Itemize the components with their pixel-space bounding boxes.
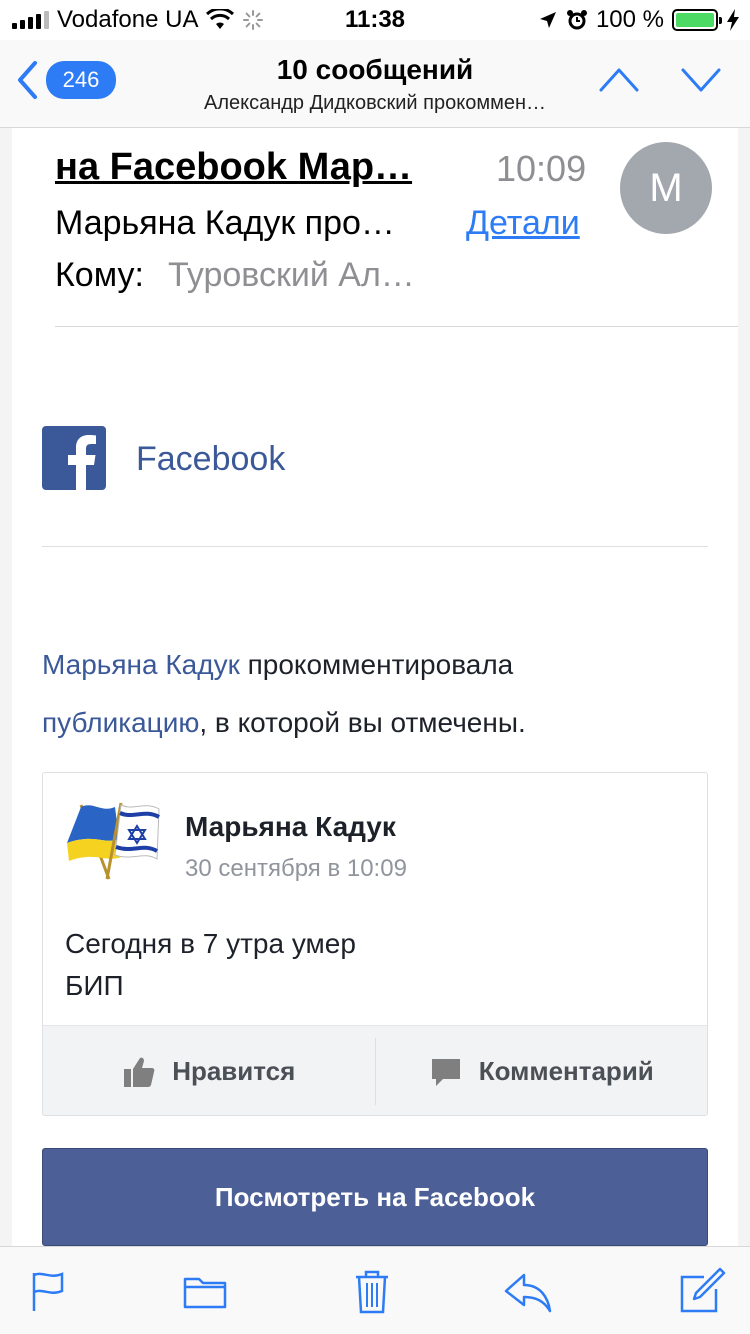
delete-button[interactable] [348,1267,396,1315]
comment-button[interactable]: Комментарий [374,1038,708,1105]
nav-bar: 246 10 сообщений Александр Дидковский пр… [0,40,750,128]
thread-subtitle: Александр Дидковский прокоммен… [203,92,546,114]
previous-message-chevron-up-icon[interactable] [598,64,640,94]
battery-icon [672,9,722,31]
notification-text: Марьяна Кадук прокомментировала публикац… [42,636,682,752]
post-text-line: Сегодня в 7 утра умер [65,928,356,959]
sender-avatar[interactable]: M [620,142,712,234]
post-link[interactable]: публикацию [42,707,199,738]
next-message-chevron-down-icon[interactable] [680,64,722,94]
right-gutter [738,128,750,1246]
body-divider [42,546,708,547]
charging-bolt-icon [727,9,739,31]
notification-end: , в которой вы отмечены. [199,707,526,738]
back-button[interactable]: 246 [16,60,116,100]
flag-button[interactable] [26,1267,74,1315]
post-author[interactable]: Марьяна Кадук [185,811,396,843]
like-button[interactable]: Нравится [43,1026,375,1115]
post-text-line: БИП [65,970,124,1001]
reply-icon [504,1273,552,1313]
chevron-left-icon [18,61,37,99]
compose-icon [680,1267,726,1313]
email-sender[interactable]: Марьяна Кадук про… [55,204,395,243]
comment-label: Комментарий [478,1056,654,1086]
view-on-facebook-button[interactable]: Посмотреть на Facebook [42,1148,708,1246]
compose-button[interactable] [678,1267,726,1315]
unread-count-badge: 246 [46,61,116,99]
recipient-label: Кому: [55,256,144,294]
email-subject: на Facebook Мар… [55,146,413,188]
alarm-icon [566,10,587,30]
move-to-folder-button[interactable] [181,1267,229,1315]
facebook-logo-icon[interactable] [42,426,106,490]
status-right: 100 % [538,6,740,34]
comment-bubble-icon [431,1058,460,1086]
status-bar: Vodafone UA 11:38 100 % [0,0,750,40]
recipient-value[interactable]: Туровский Ал… [168,256,415,295]
header-divider [55,326,738,327]
battery-percent: 100 % [595,6,664,33]
post-actions: Нравится Комментарий [43,1025,708,1115]
message-navigation [598,64,722,94]
notification-middle: прокомментировала [239,649,514,680]
left-gutter [0,128,12,1246]
flag-icon [32,1272,64,1311]
post-card[interactable]: Марьяна Кадук 30 сентября в 10:09 Сегодн… [42,772,708,1116]
facebook-wordmark[interactable]: Facebook [136,440,285,479]
location-arrow-icon [539,12,556,28]
reply-button[interactable] [504,1267,552,1315]
author-link[interactable]: Марьяна Кадук [42,649,240,680]
like-label: Нравится [172,1056,296,1086]
message-view[interactable]: на Facebook Мар… 10:09 M Марьяна Кадук п… [0,128,750,1246]
crossed-flags-avatar [67,802,160,880]
email-time: 10:09 [496,148,587,189]
folder-icon [183,1277,227,1309]
post-date[interactable]: 30 сентября в 10:09 [185,855,407,883]
details-link[interactable]: Детали [466,204,580,243]
thread-title: 10 сообщений [276,54,474,85]
post-body: Сегодня в 7 утра умер БИП [65,923,465,1007]
thumbs-up-icon [124,1057,155,1087]
trash-icon [356,1270,388,1314]
bottom-toolbar [0,1246,750,1334]
